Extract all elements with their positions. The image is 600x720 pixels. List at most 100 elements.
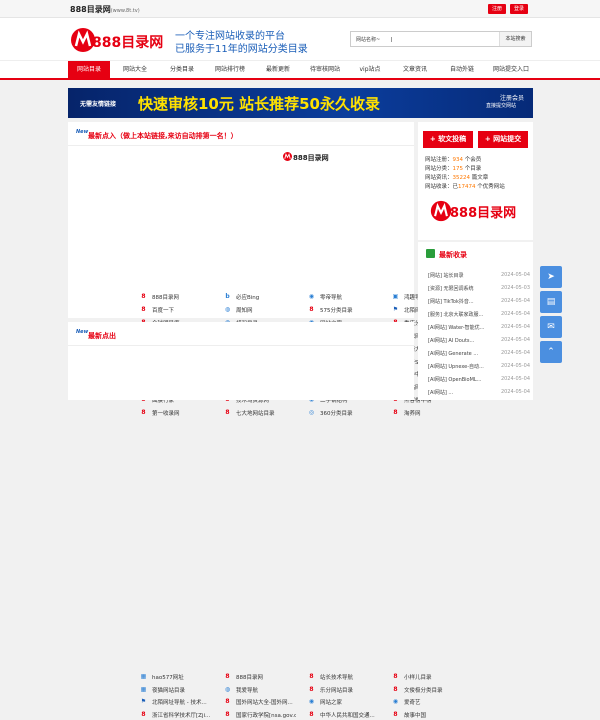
messages-float-button[interactable]: ✉ [540, 316, 562, 338]
site-link[interactable]: 8 淘养网 [392, 408, 464, 418]
site-link[interactable]: 8 888目录网 [224, 672, 296, 682]
send-float-button[interactable]: ➤ [540, 266, 562, 288]
nav-item-categories[interactable]: 分类目录 [160, 61, 204, 79]
site-link-label: 七大地网站目录 [236, 411, 275, 418]
latest-collected-item[interactable]: [AI网站] Water-智能优... 2024-05-04 [428, 324, 530, 334]
latest-collected-item[interactable]: [AI网站] OpenBioML... 2024-05-04 [428, 376, 530, 386]
notes-float-button[interactable]: ▤ [540, 291, 562, 313]
site-favicon-icon: 8 [309, 305, 314, 313]
site-favicon-icon: ▦ [140, 685, 147, 693]
login-button[interactable]: 登录 [510, 4, 529, 14]
site-link[interactable]: 8 百度一下 [140, 305, 212, 315]
site-stat: 网站分类：175 个目录 [425, 164, 481, 172]
site-link-label: 575分类目录 [320, 307, 353, 314]
soft-article-button[interactable]: + 软文投稿 [423, 131, 473, 148]
main-nav: 网站目录 网站大全 分类目录 网站排行榜 最新更新 待审核网站 vip站点 文章… [0, 60, 600, 80]
latest-out-panel: New 最新点出 ▦ hao577网址 8 888目录网 8 站长技术导航 8 小样儿目录 ▦ 夜… [68, 322, 443, 719]
latest-out-title: 最新点出 [88, 332, 116, 340]
chat-icon: ✉ [547, 322, 555, 332]
site-link[interactable]: ⚑ 北陌网址导航 - 技术... [140, 697, 212, 707]
site-favicon-icon: 8 [225, 698, 230, 705]
site-title[interactable]: 888目录网(www.8t.tv) [70, 4, 140, 15]
site-link-label: 乐分网站目录 [320, 687, 354, 694]
slogan-line-2: 已服务于11年的网站分类目录 [175, 44, 308, 55]
latest-collected-date: 2024-05-04 [500, 363, 530, 369]
site-link[interactable]: 8 故事中国 [392, 710, 464, 720]
nav-item-site-list[interactable]: 网站大全 [112, 61, 158, 79]
site-link[interactable]: 8 国家行政学院[nsa.gov.cn] [224, 710, 296, 720]
site-link[interactable]: ◉ 零帝导航 [308, 292, 380, 302]
latest-in-panel: New 最新点入（做上本站链接,来访自动排第一名！） 888目录网 8 888目录… [68, 122, 459, 417]
site-link[interactable]: 8 小样儿目录 [392, 672, 464, 682]
stat-label: 网站分类： [425, 166, 453, 172]
site-link[interactable]: ▦ 夜猫网站目录 [140, 685, 212, 695]
site-link[interactable]: ▦ hao577网址 [140, 672, 212, 682]
latest-collected-date: 2024-05-04 [500, 298, 530, 304]
site-link[interactable]: 8 888目录网 [140, 292, 212, 302]
site-link[interactable]: 8 站长技术导航 [308, 672, 380, 682]
back-to-top-button[interactable]: ⌃ [540, 341, 562, 363]
latest-collected-label: [资源] 无限回调系统 [428, 286, 474, 292]
latest-collected-item[interactable]: [AI网站] Generate ... 2024-05-04 [428, 350, 530, 360]
site-link[interactable]: 8 七大地网站目录 [224, 408, 296, 418]
latest-collected-item[interactable]: [AI网站] AI Douts... 2024-05-04 [428, 337, 530, 347]
stat-suffix: 个目录 [463, 166, 482, 172]
search-input[interactable] [391, 35, 451, 44]
nav-item-submit[interactable]: 网站提交入口 [486, 61, 536, 79]
site-link-label: 百度一下 [152, 307, 175, 314]
site-link[interactable]: ◉ 爱奇艺 [392, 697, 464, 707]
latest-collected-item[interactable]: [网站] 站长目录 2024-05-04 [428, 272, 530, 282]
nav-item-vip[interactable]: vip站点 [350, 61, 390, 79]
site-link-label: 站长技术导航 [320, 675, 354, 681]
site-link-label: 爱奇艺 [404, 700, 421, 706]
site-link-label: hao577网址 [152, 675, 184, 681]
nav-item-ranking[interactable]: 网站排行榜 [206, 61, 254, 79]
nav-item-backlinks[interactable]: 自动外链 [440, 61, 484, 79]
latest-collected-item[interactable]: [资源] 无限回调系统 2024-05-03 [428, 285, 530, 295]
site-link-label: 淘养网 [404, 411, 421, 418]
latest-collected-item[interactable]: [AI网站] Upnexe-自动... 2024-05-04 [428, 363, 530, 373]
nav-item-directory[interactable]: 网站目录 [68, 61, 110, 79]
nav-item-latest[interactable]: 最新更新 [256, 61, 300, 79]
latest-collected-item[interactable]: [网站] TikTok抖音... 2024-05-04 [428, 298, 530, 308]
logo-m-icon [430, 200, 452, 222]
register-button[interactable]: 注册 [488, 4, 507, 14]
promo-banner[interactable]: 无需友情链接 快速审核10元 站长推荐50永久收录 注册会员 直接提交网站 [68, 88, 533, 118]
site-link[interactable]: ◉ 网站之家 [308, 697, 380, 707]
latest-collected-icon [426, 249, 435, 258]
site-link[interactable]: 8 乐分网站目录 [308, 685, 380, 695]
stat-label: 网站收录： [425, 184, 453, 190]
site-link[interactable]: ◎ 360分类目录 [308, 408, 380, 418]
site-link[interactable]: b 必应Bing [224, 292, 296, 302]
site-link[interactable]: 8 文俊极分类目录 [392, 685, 464, 695]
site-logo[interactable]: 888目录网 [70, 27, 164, 55]
site-link-label: 888目录网 [236, 675, 263, 681]
logo-m-icon [283, 152, 292, 161]
latest-collected-label: [网站] 站长目录 [428, 273, 464, 279]
site-link[interactable]: 8 第一收录网 [140, 408, 212, 418]
top-bar: 888目录网(www.8t.tv) 注册 登录 [0, 0, 600, 18]
center-logo-text: 888目录网 [293, 154, 329, 162]
new-badge: New [76, 129, 89, 135]
site-link[interactable]: ◍ 周知网 [224, 305, 296, 315]
nav-item-articles[interactable]: 文章资讯 [392, 61, 438, 79]
latest-collected-date: 2024-05-04 [500, 324, 530, 330]
site-link-label: 888目录网 [152, 295, 179, 301]
nav-item-pending[interactable]: 待审核网站 [302, 61, 348, 79]
site-link[interactable]: 8 浙江省科学技术厅[Zji... [140, 710, 212, 720]
site-favicon-icon: ◍ [224, 305, 231, 313]
site-link[interactable]: 8 中华人民共和国交通... [308, 710, 380, 720]
site-url: (www.8t.tv) [110, 8, 140, 14]
site-favicon-icon: 8 [393, 409, 398, 417]
submit-site-button[interactable]: + 网站提交 [478, 131, 528, 148]
latest-collected-item[interactable]: [AI网站] ... 2024-05-04 [428, 389, 530, 399]
latest-collected-date: 2024-05-04 [500, 389, 530, 395]
search-button[interactable]: 本站搜索 [499, 32, 531, 46]
site-favicon-icon: 8 [141, 710, 146, 718]
new-badge: New [76, 329, 89, 335]
logo-text: 888目录网 [92, 35, 164, 51]
site-link[interactable]: ◍ 我爱导航 [224, 685, 296, 695]
site-link[interactable]: 8 国外网站大全-国外网... [224, 697, 296, 707]
latest-collected-item[interactable]: [服务] 北京大联家政服... 2024-05-04 [428, 311, 530, 321]
site-link[interactable]: 8 575分类目录 [308, 305, 380, 315]
